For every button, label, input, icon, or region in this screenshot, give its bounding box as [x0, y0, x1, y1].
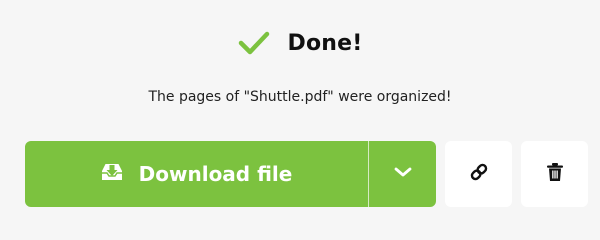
download-button-group: Download file [25, 141, 436, 207]
action-bar: Download file [25, 141, 588, 207]
download-label: Download file [138, 162, 293, 186]
status-title: Done! [287, 30, 363, 56]
download-button[interactable]: Download file [25, 141, 368, 207]
link-icon [469, 162, 489, 187]
check-icon [238, 30, 270, 56]
share-link-button[interactable] [445, 141, 512, 207]
status-message: The pages of "Shuttle.pdf" were organize… [148, 89, 452, 105]
download-tray-icon [101, 162, 123, 187]
status-header: Done! [0, 30, 600, 56]
delete-button[interactable] [521, 141, 588, 207]
button-divider [368, 141, 369, 207]
download-options-button[interactable] [369, 141, 436, 207]
chevron-down-icon [393, 165, 413, 183]
trash-icon [546, 162, 564, 187]
